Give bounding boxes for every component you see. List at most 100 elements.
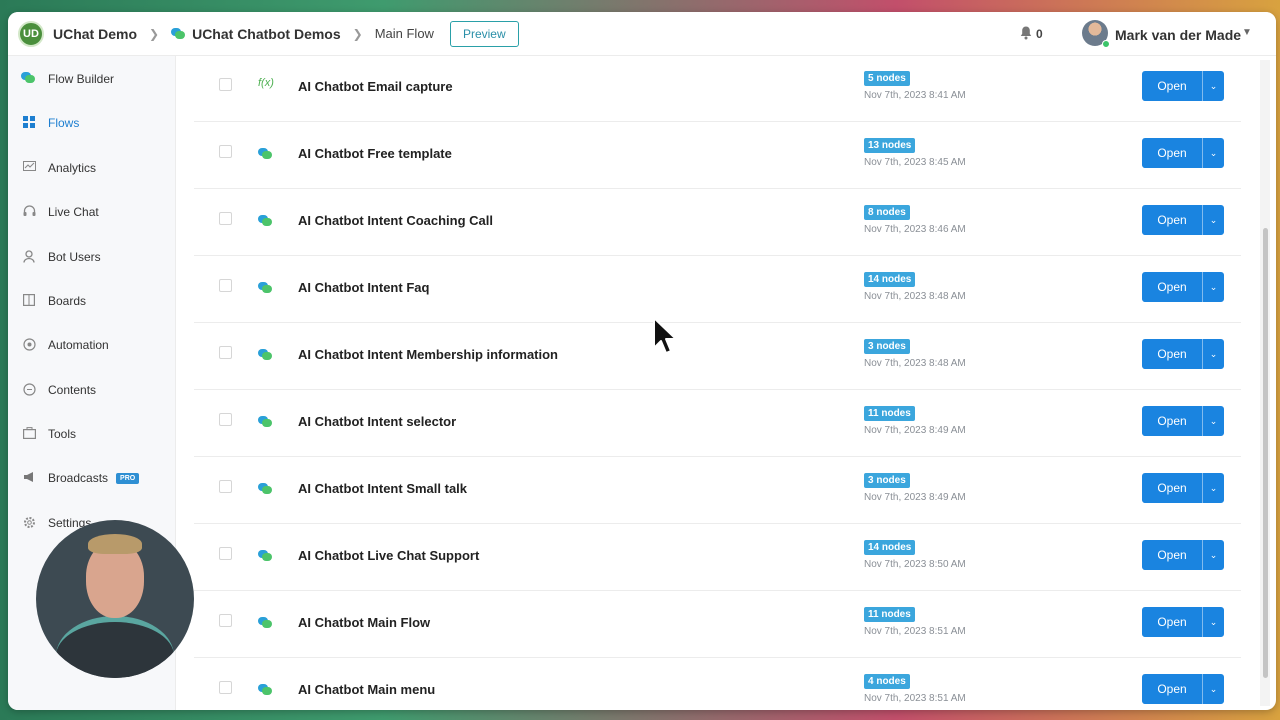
row-checkbox[interactable] (219, 547, 232, 560)
row-checkbox[interactable] (219, 681, 232, 694)
sidebar-item-boards[interactable]: Boards (8, 286, 176, 316)
flow-date: Nov 7th, 2023 8:51 AM (864, 693, 966, 704)
flow-name[interactable]: AI Chatbot Intent Membership information (298, 347, 558, 362)
flow-name[interactable]: AI Chatbot Intent selector (298, 414, 456, 429)
chat-bubbles-icon (258, 416, 272, 428)
pro-badge: PRO (116, 472, 140, 484)
open-button[interactable]: Open ⌄ (1142, 674, 1224, 704)
open-button-label[interactable]: Open (1142, 71, 1202, 101)
open-button-label[interactable]: Open (1142, 607, 1202, 637)
flow-name[interactable]: AI Chatbot Live Chat Support (298, 548, 479, 563)
row-checkbox[interactable] (219, 279, 232, 292)
chat-bubbles-icon (258, 617, 272, 629)
chevron-right-icon: ❯ (149, 26, 160, 41)
flow-name[interactable]: AI Chatbot Main menu (298, 682, 435, 697)
sidebar-item-flow-builder[interactable]: Flow Builder (8, 64, 176, 94)
sidebar-item-label: Tools (48, 427, 77, 441)
sidebar-item-bot-users[interactable]: Bot Users (8, 242, 176, 272)
flow-name[interactable]: AI Chatbot Free template (298, 146, 452, 161)
megaphone-icon (23, 471, 37, 485)
bell-icon[interactable] (1020, 26, 1032, 40)
chevron-right-icon: ❯ (352, 26, 363, 41)
table-row[interactable]: f(x) AI Chatbot Email capture 5 nodes No… (194, 56, 1241, 122)
contents-icon (23, 383, 37, 397)
presenter-hair (88, 534, 142, 554)
row-checkbox[interactable] (219, 480, 232, 493)
open-button[interactable]: Open ⌄ (1142, 406, 1224, 436)
flow-name[interactable]: AI Chatbot Intent Small talk (298, 481, 467, 496)
flow-date: Nov 7th, 2023 8:49 AM (864, 425, 966, 436)
workspace-avatar[interactable]: UD (18, 20, 44, 47)
table-row[interactable]: AI Chatbot Main Flow 11 nodes Nov 7th, 2… (194, 591, 1241, 658)
sidebar-item-tools[interactable]: Tools (8, 419, 176, 449)
breadcrumb-flow[interactable]: Main Flow (375, 26, 434, 41)
chat-bubbles-icon (258, 483, 272, 495)
open-button-label[interactable]: Open (1142, 540, 1202, 570)
table-row[interactable]: AI Chatbot Live Chat Support 14 nodes No… (194, 524, 1241, 591)
row-checkbox[interactable] (219, 614, 232, 627)
open-button-label[interactable]: Open (1142, 205, 1202, 235)
sidebar-item-contents[interactable]: Contents (8, 375, 176, 405)
chevron-down-icon[interactable]: ⌄ (1202, 473, 1224, 503)
row-checkbox[interactable] (219, 145, 232, 158)
flow-name[interactable]: AI Chatbot Email capture (298, 79, 453, 94)
grid-icon (23, 116, 37, 130)
workspace-name[interactable]: UChat Demo (53, 26, 137, 42)
chat-bubbles-icon (258, 215, 272, 227)
open-button-label[interactable]: Open (1142, 406, 1202, 436)
table-row[interactable]: AI Chatbot Free template 13 nodes Nov 7t… (194, 122, 1241, 189)
preview-button[interactable]: Preview (449, 20, 519, 47)
sidebar-item-label: Broadcasts (48, 471, 109, 485)
chevron-down-icon[interactable]: ⌄ (1202, 138, 1224, 168)
chat-bubbles-icon (258, 550, 272, 562)
table-row[interactable]: AI Chatbot Intent Membership information… (194, 323, 1241, 390)
open-button[interactable]: Open ⌄ (1142, 138, 1224, 168)
chevron-down-icon[interactable]: ⌄ (1202, 607, 1224, 637)
row-checkbox[interactable] (219, 346, 232, 359)
sidebar-item-automation[interactable]: Automation (8, 330, 176, 360)
table-row[interactable]: AI Chatbot Intent Coaching Call 8 nodes … (194, 189, 1241, 256)
breadcrumb-bot[interactable]: UChat Chatbot Demos (192, 26, 341, 42)
flow-name[interactable]: AI Chatbot Intent Faq (298, 280, 429, 295)
open-button-label[interactable]: Open (1142, 339, 1202, 369)
row-checkbox[interactable] (219, 212, 232, 225)
chevron-down-icon[interactable]: ⌄ (1202, 674, 1224, 704)
user-name[interactable]: Mark van der Made (1115, 27, 1241, 43)
top-bar: UD UChat Demo ❯ UChat Chatbot Demos ❯ Ma… (8, 12, 1276, 56)
chat-bubbles-icon (258, 282, 272, 294)
row-checkbox[interactable] (219, 413, 232, 426)
table-row[interactable]: AI Chatbot Main menu 4 nodes Nov 7th, 20… (194, 658, 1241, 710)
row-checkbox[interactable] (219, 78, 232, 91)
app-window: UD UChat Demo ❯ UChat Chatbot Demos ❯ Ma… (8, 12, 1276, 710)
sidebar-item-live-chat[interactable]: Live Chat (8, 197, 176, 227)
open-button-label[interactable]: Open (1142, 272, 1202, 302)
flow-name[interactable]: AI Chatbot Intent Coaching Call (298, 213, 493, 228)
open-button[interactable]: Open ⌄ (1142, 339, 1224, 369)
open-button[interactable]: Open ⌄ (1142, 540, 1224, 570)
open-button-label[interactable]: Open (1142, 473, 1202, 503)
open-button[interactable]: Open ⌄ (1142, 205, 1224, 235)
sidebar-item-label: Automation (48, 338, 109, 352)
chevron-down-icon[interactable]: ⌄ (1202, 272, 1224, 302)
open-button[interactable]: Open ⌄ (1142, 473, 1224, 503)
open-button-label[interactable]: Open (1142, 674, 1202, 704)
chevron-down-icon[interactable]: ⌄ (1202, 406, 1224, 436)
sidebar-item-flows[interactable]: Flows (8, 108, 176, 138)
sidebar-item-broadcasts[interactable]: Broadcasts PRO (8, 463, 176, 493)
flow-name[interactable]: AI Chatbot Main Flow (298, 615, 430, 630)
scrollbar-thumb[interactable] (1263, 228, 1268, 678)
table-row[interactable]: AI Chatbot Intent Faq 14 nodes Nov 7th, … (194, 256, 1241, 323)
caret-down-icon[interactable]: ▼ (1242, 27, 1252, 38)
open-button-label[interactable]: Open (1142, 138, 1202, 168)
table-row[interactable]: AI Chatbot Intent selector 11 nodes Nov … (194, 390, 1241, 457)
open-button[interactable]: Open ⌄ (1142, 607, 1224, 637)
open-button[interactable]: Open ⌄ (1142, 71, 1224, 101)
chevron-down-icon[interactable]: ⌄ (1202, 540, 1224, 570)
open-button[interactable]: Open ⌄ (1142, 272, 1224, 302)
flow-date: Nov 7th, 2023 8:41 AM (864, 90, 966, 101)
sidebar-item-analytics[interactable]: Analytics (8, 153, 176, 183)
chevron-down-icon[interactable]: ⌄ (1202, 71, 1224, 101)
table-row[interactable]: AI Chatbot Intent Small talk 3 nodes Nov… (194, 457, 1241, 524)
chevron-down-icon[interactable]: ⌄ (1202, 205, 1224, 235)
chevron-down-icon[interactable]: ⌄ (1202, 339, 1224, 369)
